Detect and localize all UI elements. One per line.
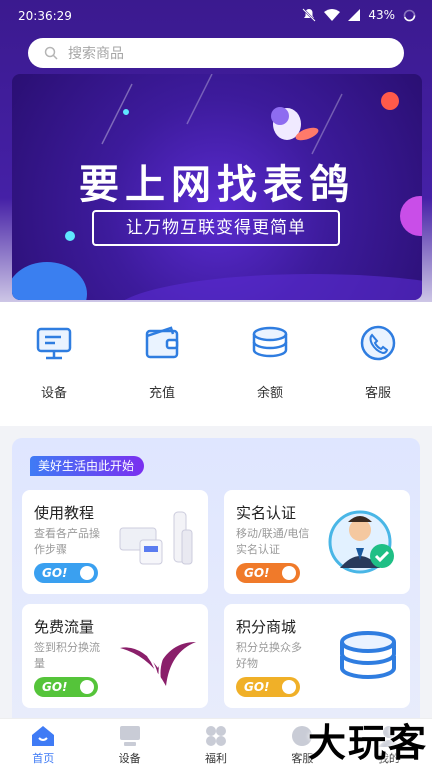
- card-title: 使用教程: [34, 504, 95, 522]
- card-desc: 积分兑换众多好物: [236, 641, 302, 670]
- menu-item-balance[interactable]: 余额: [216, 302, 324, 426]
- status-bar: 20:36:29 43%: [0, 0, 432, 32]
- coin-stack-illustration: [340, 631, 396, 680]
- welfare-icon: [206, 726, 227, 746]
- battery-ring-icon: [403, 9, 416, 21]
- arrow-icon: [282, 566, 296, 580]
- device-icon: [119, 726, 140, 746]
- arrow-icon: [80, 680, 94, 694]
- tab-label: 福利: [205, 752, 228, 765]
- home-icon: [32, 726, 55, 746]
- card-free-data[interactable]: 免费流量 签到积分换流量 GO!: [22, 604, 208, 708]
- card-title: 免费流量: [34, 618, 95, 636]
- card-desc: 签到积分换流量: [34, 641, 100, 670]
- menu-item-recharge[interactable]: 充值: [108, 302, 216, 426]
- status-time: 20:36:29: [18, 9, 72, 23]
- go-button[interactable]: GO!: [236, 563, 300, 583]
- banner-subtitle: 让万物互联变得更简单: [92, 210, 340, 246]
- go-button[interactable]: GO!: [34, 677, 98, 697]
- menu-item-label: 余额: [256, 386, 283, 401]
- quick-menu: 设备 充值 余额 客服: [0, 302, 432, 426]
- menu-item-label: 客服: [364, 386, 391, 401]
- watermark-text: 大玩客: [307, 721, 428, 765]
- tab-welfare[interactable]: 福利: [173, 719, 259, 768]
- card-tutorial[interactable]: 使用教程 查看各产品操作步骤 GO!: [22, 490, 208, 594]
- search-icon: [44, 46, 58, 60]
- signal-icon: [348, 9, 361, 21]
- menu-item-label: 充值: [148, 386, 175, 401]
- card-title: 积分商城: [236, 618, 297, 636]
- card-desc: 移动/联通/电信实名认证: [236, 527, 310, 556]
- tab-home[interactable]: 首页: [0, 719, 86, 768]
- devices-illustration: [119, 511, 193, 565]
- card-desc: 查看各产品操作步骤: [34, 527, 100, 556]
- life-section: 美好生活由此开始 使用教程 查看各产品操作步骤 GO! 实名认证 移动/联通/电…: [12, 438, 420, 728]
- tab-device[interactable]: 设备: [86, 719, 172, 768]
- verified-user-illustration: [328, 510, 394, 574]
- card-realname[interactable]: 实名认证 移动/联通/电信实名认证 GO!: [224, 490, 410, 594]
- battery-percent: 43%: [368, 8, 395, 22]
- coins-icon: [252, 326, 288, 358]
- phone-icon: [360, 325, 396, 361]
- arrow-icon: [282, 680, 296, 694]
- pigeon-logo-illustration: [120, 642, 196, 686]
- search-placeholder: 搜索商品: [68, 46, 124, 62]
- banner-title: 要上网找表鸽: [79, 162, 355, 208]
- arrow-icon: [80, 566, 94, 580]
- menu-item-service[interactable]: 客服: [324, 302, 432, 426]
- astronaut-illustration: [271, 107, 319, 141]
- menu-item-device[interactable]: 设备: [0, 302, 108, 426]
- search-input[interactable]: 搜索商品: [28, 38, 404, 68]
- go-button[interactable]: GO!: [236, 677, 300, 697]
- promo-banner[interactable]: 要上网找表鸽 让万物互联变得更简单: [12, 74, 422, 300]
- menu-item-label: 设备: [40, 386, 67, 401]
- card-points-mall[interactable]: 积分商城 积分兑换众多好物 GO!: [224, 604, 410, 708]
- wifi-icon: [324, 9, 341, 21]
- wallet-icon: [145, 326, 179, 359]
- tab-label: 首页: [32, 752, 55, 765]
- go-button[interactable]: GO!: [34, 563, 98, 583]
- card-title: 实名认证: [236, 504, 297, 522]
- mute-bell-icon: [302, 8, 317, 22]
- tab-label: 设备: [118, 752, 141, 765]
- monitor-icon: [36, 327, 72, 360]
- life-section-tag: 美好生活由此开始: [30, 456, 145, 476]
